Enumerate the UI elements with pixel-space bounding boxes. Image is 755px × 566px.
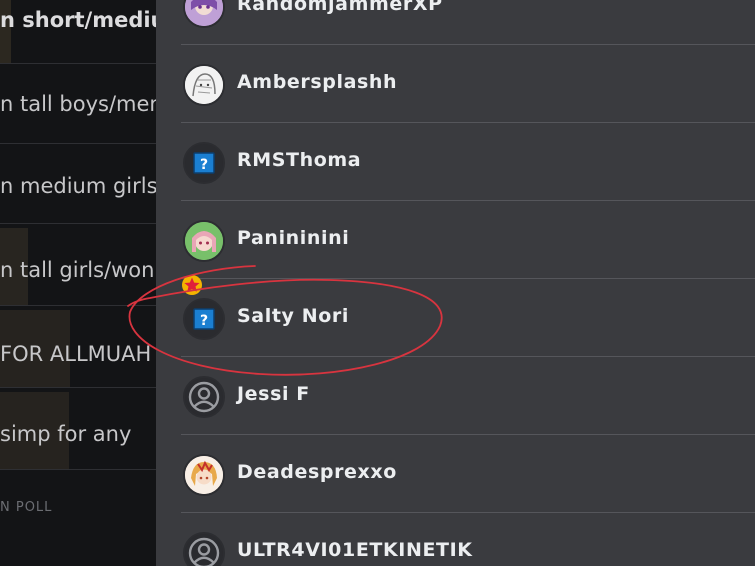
poll-option[interactable]: n tall girls/won [0,228,156,306]
voter-name: Salty Nori [237,305,349,327]
voter-row[interactable]: Deadesprexxo [181,435,755,513]
poll-option-label: n tall boys/men [0,92,156,116]
voter-row[interactable]: RandomjammerXP [181,0,755,45]
anime-avatar-blonde [183,454,225,496]
svg-text:?: ? [200,313,208,329]
star-badge-icon [182,275,202,295]
voter-row[interactable]: Panininini [181,201,755,279]
voter-name: RMSThoma [237,149,362,171]
poll-option[interactable]: simp for any [0,392,156,470]
question-block-icon: ? [183,142,225,184]
question-block-icon: ? [183,298,225,340]
voter-name: Jessi F [237,383,310,405]
poll-option[interactable]: FOR ALLMUAH [0,310,156,388]
voter-name: Ambersplashh [237,71,398,93]
poll-results: n short/mediu n tall boys/men n medium g… [0,0,156,566]
poll-option[interactable]: n short/mediu [0,0,156,64]
poll-option[interactable]: n tall boys/men [0,66,156,144]
default-user-icon [183,376,225,418]
voter-name: ULTR4VI01ETKINETIK [237,539,473,561]
voter-row[interactable]: Ambersplashh [181,45,755,123]
poll-option-label: n medium girls [0,174,156,198]
voter-name: Deadesprexxo [237,461,397,483]
svg-text:?: ? [200,157,208,173]
voters-panel: RandomjammerXP Ambersplashh ? RMSThoma P… [156,0,755,566]
poll-option-label: n tall girls/won [0,258,155,282]
poll-option-label: simp for any [0,422,132,446]
voter-name: Panininini [237,227,350,249]
voter-row[interactable]: ? RMSThoma [181,123,755,201]
voter-row[interactable]: Jessi F [181,357,755,435]
poll-option[interactable]: n medium girls [0,146,156,224]
poll-footer-label: N POLL [0,500,53,515]
voter-row[interactable]: ULTR4VI01ETKINETIK [181,513,755,566]
default-user-icon [183,532,225,566]
poll-option-label: FOR ALLMUAH [0,342,152,366]
anime-avatar-pink [183,220,225,262]
poll-option-label: n short/mediu [0,8,156,32]
anime-avatar-sketch [183,64,225,106]
anime-avatar-purple [183,0,225,28]
voter-row[interactable]: ? Salty Nori [181,275,755,357]
voter-name: RandomjammerXP [237,0,443,15]
